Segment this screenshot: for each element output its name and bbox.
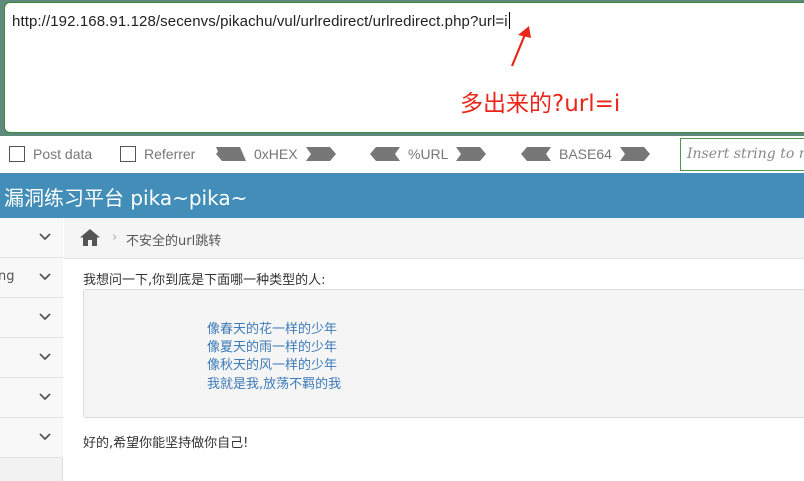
chevron-down-icon bbox=[39, 353, 51, 361]
url-textarea[interactable]: http://192.168.91.128/secenvs/pikachu/vu… bbox=[4, 2, 804, 133]
sidebar-item[interactable] bbox=[0, 338, 63, 378]
chevron-down-icon bbox=[39, 313, 51, 321]
url-encode-arrow-icon[interactable] bbox=[456, 146, 487, 162]
breadcrumb-separator-icon: › bbox=[112, 230, 118, 245]
url-line: http://192.168.91.128/secenvs/pikachu/vu… bbox=[12, 12, 510, 30]
chevron-down-icon bbox=[39, 433, 51, 441]
breadcrumb: › 不安全的url跳转 bbox=[64, 218, 804, 259]
base64-label: BASE64 bbox=[559, 146, 612, 162]
red-arrow-annotation bbox=[510, 26, 531, 67]
sidebar-item[interactable] bbox=[0, 298, 63, 338]
option-link-spring[interactable]: 像春天的花一样的少年 bbox=[207, 318, 337, 337]
option-link-autumn[interactable]: 像秋天的风一样的少年 bbox=[207, 354, 337, 373]
hex-encode-arrow-icon[interactable] bbox=[305, 146, 336, 162]
annotation-text: 多出来的?url=i bbox=[460, 91, 621, 117]
home-icon[interactable] bbox=[80, 229, 100, 246]
hex-encoder: 0xHEX bbox=[216, 146, 336, 162]
hackbar-url-area: http://192.168.91.128/secenvs/pikachu/vu… bbox=[0, 0, 804, 136]
insert-string-input[interactable]: Insert string to replace bbox=[680, 138, 804, 171]
site-header: 漏洞练习平台 pika~pika~ bbox=[0, 173, 804, 218]
referrer-checkbox[interactable] bbox=[120, 146, 136, 162]
sidebar-item[interactable] bbox=[0, 418, 63, 458]
hackbar-toolbar: Post data Referrer 0xHEX %URL BASE64 Ins… bbox=[0, 136, 804, 173]
options-panel: 像春天的花一样的少年 像夏天的雨一样的少年 像秋天的风一样的少年 我就是我,放荡… bbox=[83, 289, 804, 418]
chevron-down-icon bbox=[39, 233, 51, 241]
sidebar-item[interactable] bbox=[0, 218, 63, 258]
option-link-myself[interactable]: 我就是我,放荡不羁的我 bbox=[207, 373, 341, 392]
breadcrumb-current: 不安全的url跳转 bbox=[126, 234, 222, 249]
question-text: 我想问一下,你到底是下面哪一种类型的人: bbox=[83, 273, 326, 288]
sidebar-item-label: ng bbox=[0, 269, 15, 284]
sidebar: ng bbox=[0, 218, 63, 481]
post-data-checkbox[interactable] bbox=[9, 146, 25, 162]
base64-encode-arrow-icon[interactable] bbox=[619, 146, 650, 162]
url-encode-label: %URL bbox=[408, 146, 449, 162]
hex-decode-arrow-icon[interactable] bbox=[216, 146, 246, 162]
hex-label: 0xHEX bbox=[254, 146, 298, 162]
post-data-toggle[interactable]: Post data bbox=[9, 146, 92, 162]
url-encoder: %URL bbox=[370, 146, 487, 162]
chevron-down-icon bbox=[39, 273, 51, 281]
referrer-label: Referrer bbox=[144, 146, 196, 162]
base64-encoder: BASE64 bbox=[521, 146, 650, 162]
sidebar-item[interactable] bbox=[0, 378, 63, 418]
sidebar-item[interactable]: ng bbox=[0, 258, 63, 298]
option-link-summer[interactable]: 像夏天的雨一样的少年 bbox=[207, 336, 337, 355]
answer-text: 好的,希望你能坚持做你自己! bbox=[83, 436, 249, 451]
url-decode-arrow-icon[interactable] bbox=[370, 146, 400, 162]
site-title[interactable]: 漏洞练习平台 pika~pika~ bbox=[4, 182, 247, 211]
referrer-toggle[interactable]: Referrer bbox=[120, 146, 195, 162]
chevron-down-icon bbox=[39, 393, 51, 401]
url-value: http://192.168.91.128/secenvs/pikachu/vu… bbox=[12, 13, 508, 30]
base64-decode-arrow-icon[interactable] bbox=[521, 146, 551, 162]
post-data-label: Post data bbox=[33, 146, 93, 162]
